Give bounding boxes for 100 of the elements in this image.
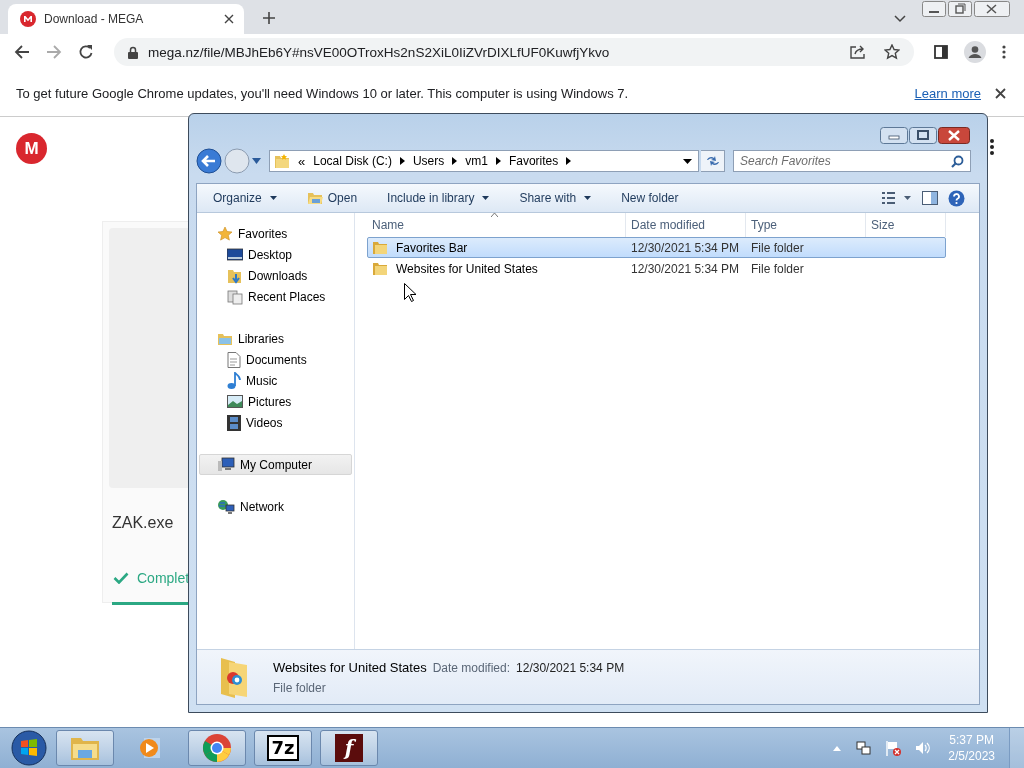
close-icon[interactable] bbox=[224, 14, 234, 24]
chevron-right-icon[interactable] bbox=[495, 157, 501, 165]
nav-item[interactable]: Favorites bbox=[197, 223, 352, 244]
check-icon bbox=[113, 572, 129, 584]
desktop-icon bbox=[227, 247, 243, 262]
computer-icon bbox=[217, 456, 235, 473]
cursor-icon bbox=[404, 283, 416, 302]
close-icon[interactable] bbox=[974, 1, 1010, 17]
folder-icon bbox=[372, 240, 388, 255]
overflow-icon[interactable]: « bbox=[298, 153, 306, 169]
more-icon[interactable] bbox=[990, 139, 994, 155]
close-icon[interactable] bbox=[938, 127, 970, 144]
back-icon[interactable] bbox=[196, 148, 222, 174]
lock-icon bbox=[128, 45, 138, 59]
nav-item[interactable]: Libraries bbox=[197, 328, 352, 349]
breadcrumb-item[interactable]: Users bbox=[412, 154, 445, 168]
start-button[interactable] bbox=[11, 730, 47, 766]
help-icon[interactable] bbox=[948, 189, 965, 207]
new-tab-icon[interactable] bbox=[262, 11, 276, 25]
search-icon bbox=[951, 155, 964, 168]
taskbar-button[interactable]: 7z bbox=[254, 730, 312, 766]
breadcrumb-item[interactable]: Favorites bbox=[508, 154, 559, 168]
back-icon[interactable] bbox=[14, 44, 30, 60]
address-bar[interactable]: « Local Disk (C:) Users vm1 Favorites bbox=[269, 150, 699, 172]
toolbar-button[interactable]: New folder bbox=[613, 188, 687, 208]
downloads-icon bbox=[227, 267, 243, 284]
toolbar-button[interactable]: Include in library bbox=[379, 188, 498, 208]
caret-icon bbox=[584, 196, 592, 200]
selected-item-name: Websites for United States bbox=[273, 659, 427, 675]
nav-item[interactable]: Pictures bbox=[197, 391, 352, 412]
nav-item[interactable]: Downloads bbox=[197, 265, 352, 286]
nav-item[interactable]: My Computer bbox=[199, 454, 352, 475]
status-text: Complet bbox=[137, 570, 190, 586]
minimize-icon[interactable] bbox=[922, 1, 946, 17]
file-name: Favorites Bar bbox=[396, 240, 468, 255]
nav-item[interactable]: Music bbox=[197, 370, 352, 391]
mega-logo[interactable]: M bbox=[16, 133, 47, 164]
mega-logo-icon bbox=[20, 11, 36, 27]
close-icon[interactable] bbox=[995, 87, 1006, 99]
refresh-button[interactable] bbox=[701, 150, 725, 172]
toolbar-button[interactable]: Share with bbox=[511, 188, 600, 208]
toolbar-button[interactable]: Organize bbox=[205, 188, 285, 208]
network-icon[interactable] bbox=[855, 740, 872, 756]
learn-more-link[interactable]: Learn more bbox=[914, 85, 981, 101]
maximize-icon[interactable] bbox=[909, 127, 937, 144]
side-panel-icon[interactable] bbox=[934, 45, 948, 59]
file-name: ZAK.exe bbox=[112, 514, 175, 532]
network-icon bbox=[217, 498, 235, 515]
file-type: File folder bbox=[750, 240, 805, 255]
flag-icon[interactable] bbox=[885, 740, 902, 756]
profile-icon[interactable] bbox=[964, 41, 986, 63]
date-modified-value: 12/30/2021 5:34 PM bbox=[516, 660, 625, 675]
taskbar-button[interactable] bbox=[188, 730, 246, 766]
chrome-icon bbox=[202, 733, 232, 763]
film-icon bbox=[227, 414, 241, 431]
reload-icon[interactable] bbox=[78, 44, 94, 60]
chevron-right-icon[interactable] bbox=[566, 157, 572, 165]
caret-icon bbox=[269, 196, 277, 200]
breadcrumb-item[interactable]: vm1 bbox=[465, 154, 488, 168]
taskbar-button[interactable] bbox=[56, 730, 114, 766]
update-message: To get future Google Chrome updates, you'll need Windows 10 or later. This computer is using Windows 7. bbox=[16, 85, 629, 101]
pictures-icon bbox=[227, 395, 243, 408]
folder-icon bbox=[70, 735, 100, 761]
nav-item[interactable]: Desktop bbox=[197, 244, 352, 265]
star-icon[interactable] bbox=[884, 44, 900, 60]
archiver-icon: 7z bbox=[267, 735, 299, 761]
share-icon[interactable] bbox=[850, 45, 866, 59]
address-bar[interactable]: mega.nz/file/MBJhEb6Y#nsVE00OTroxHs2nS2XiL0IiZVrDIXLfUF0KuwfjYkvo bbox=[114, 38, 914, 66]
file-row[interactable]: Favorites Bar 12/30/2021 5:34 PM File folder bbox=[367, 237, 946, 258]
file-row[interactable]: Websites for United States 12/30/2021 5:34 PM File folder bbox=[367, 258, 946, 279]
file-type: File folder bbox=[750, 261, 805, 276]
caret-icon bbox=[482, 196, 490, 200]
browser-tab[interactable]: Download - MEGA bbox=[8, 4, 244, 34]
restore-icon[interactable] bbox=[948, 1, 972, 17]
nav-item[interactable]: Recent Places bbox=[197, 286, 352, 307]
folder-icon bbox=[274, 153, 290, 169]
preview-pane-icon[interactable] bbox=[922, 191, 938, 205]
nav-item[interactable]: Documents bbox=[197, 349, 352, 370]
nav-item[interactable]: Network bbox=[197, 496, 352, 517]
folder-icon bbox=[306, 191, 324, 205]
item-type: File folder bbox=[273, 680, 327, 695]
breadcrumb-item[interactable]: Local Disk (C:) bbox=[313, 154, 392, 168]
menu-icon[interactable] bbox=[1002, 45, 1006, 59]
chevron-right-icon[interactable] bbox=[399, 157, 405, 165]
chevron-down-icon[interactable] bbox=[894, 15, 906, 23]
recent-places-icon bbox=[227, 288, 243, 305]
taskbar-button[interactable]: f bbox=[320, 730, 378, 766]
document-icon bbox=[227, 351, 241, 368]
dropdown-icon[interactable] bbox=[683, 158, 692, 164]
view-options-icon[interactable] bbox=[882, 192, 912, 204]
flash-player-icon: f bbox=[335, 734, 363, 762]
folder-icon bbox=[372, 261, 388, 276]
nav-item[interactable]: Videos bbox=[197, 412, 352, 433]
search-field[interactable]: Search Favorites bbox=[733, 150, 971, 172]
toolbar-button[interactable]: Open bbox=[298, 188, 366, 208]
file-name: Websites for United States bbox=[396, 261, 538, 276]
chevron-right-icon[interactable] bbox=[452, 157, 458, 165]
file-date: 12/30/2021 5:34 PM bbox=[630, 240, 741, 255]
minimize-icon[interactable] bbox=[880, 127, 908, 144]
star-icon bbox=[217, 225, 233, 242]
